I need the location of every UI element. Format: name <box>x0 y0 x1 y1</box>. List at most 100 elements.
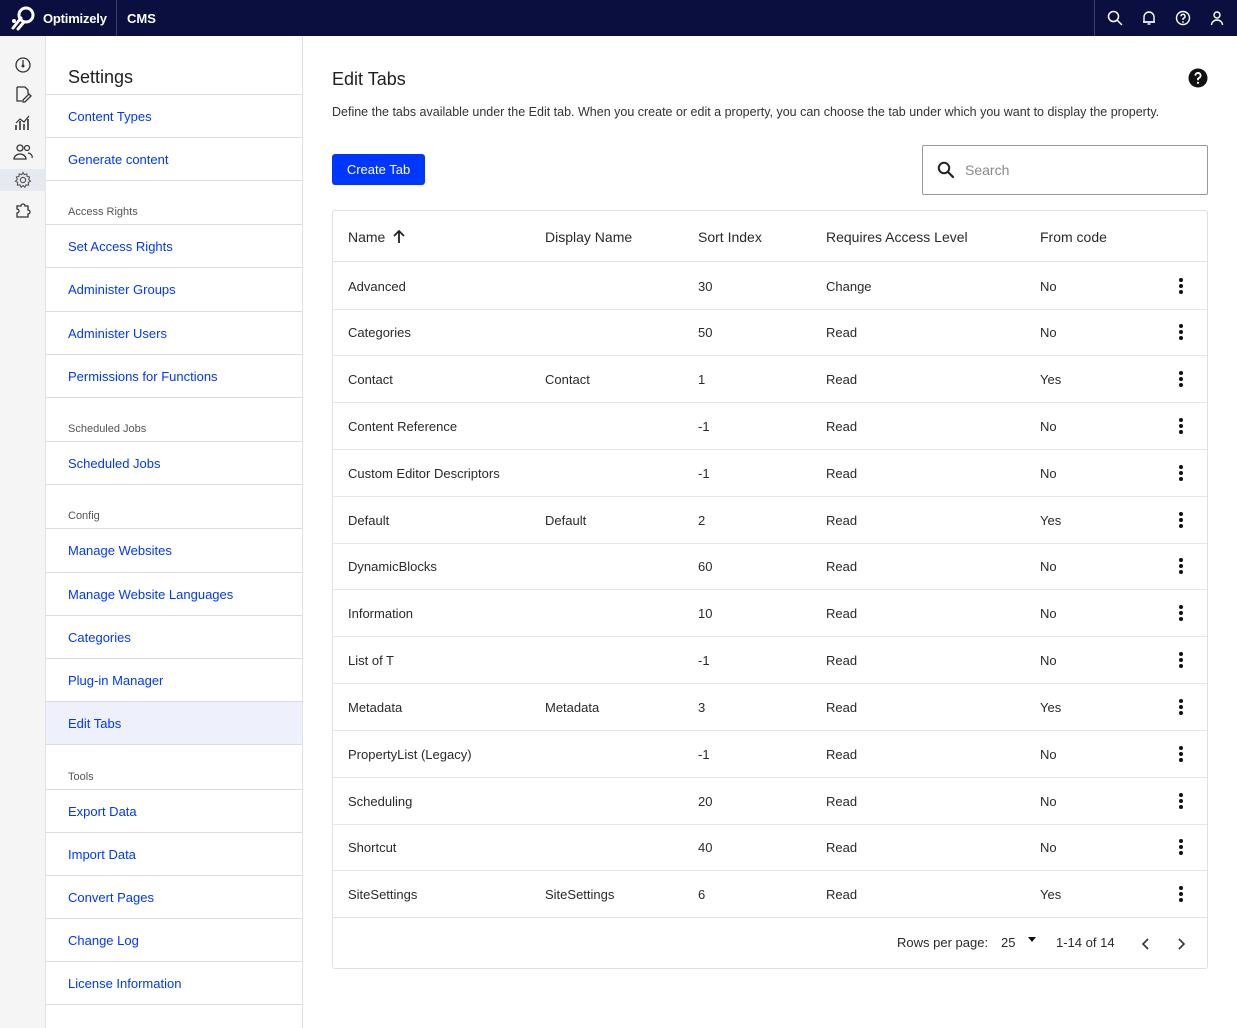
sidebar-item-content-types[interactable]: Content Types <box>46 94 302 137</box>
sidebar-item-manage-website-languages[interactable]: Manage Website Languages <box>46 572 302 615</box>
table-row[interactable]: DynamicBlocks 60 Read No <box>333 543 1207 590</box>
table-row[interactable]: Contact Contact 1 Read Yes <box>333 356 1207 403</box>
more-options-icon[interactable] <box>1171 276 1191 296</box>
edit-icon[interactable] <box>12 83 34 105</box>
cell-access-level: Read <box>826 887 858 902</box>
bell-icon[interactable] <box>1139 8 1159 28</box>
sidebar-item-edit-tabs[interactable]: Edit Tabs <box>46 701 302 744</box>
cell-from-code: No <box>1040 279 1057 294</box>
nav-rail <box>0 36 46 1028</box>
sidebar-item-generate-content[interactable]: Generate content <box>46 137 302 180</box>
cell-name: Scheduling <box>348 794 413 809</box>
table-pagination: Rows per page: 25 1-14 of 14 <box>333 917 1207 969</box>
column-header-from-code[interactable]: From code <box>1040 211 1107 262</box>
table-row[interactable]: SiteSettings SiteSettings 6 Read Yes <box>333 871 1207 918</box>
cell-name: Information <box>348 606 414 621</box>
help-icon[interactable] <box>1173 8 1193 28</box>
sidebar-item-administer-users[interactable]: Administer Users <box>46 311 302 354</box>
sidebar-item-manage-websites[interactable]: Manage Websites <box>46 528 302 572</box>
rows-per-page-select[interactable]: 25 <box>1001 935 1015 950</box>
cell-access-level: Read <box>826 419 858 434</box>
cell-display-name: SiteSettings <box>545 887 615 902</box>
sidebar-item-permissions-for-functions[interactable]: Permissions for Functions <box>46 354 302 397</box>
sidebar-item-plug-in-manager[interactable]: Plug-in Manager <box>46 658 302 701</box>
sidebar-item-import-data[interactable]: Import Data <box>46 832 302 875</box>
sidebar-item-export-data[interactable]: Export Data <box>46 789 302 832</box>
cell-sort-index: -1 <box>698 419 710 434</box>
more-options-icon[interactable] <box>1171 791 1191 811</box>
users-icon[interactable] <box>12 141 34 163</box>
search-field[interactable] <box>922 145 1208 195</box>
settings-icon[interactable] <box>0 169 46 191</box>
caret-down-icon[interactable] <box>1027 935 1037 945</box>
cell-sort-index: 20 <box>698 794 713 809</box>
column-header-display-name[interactable]: Display Name <box>545 211 632 262</box>
table-row[interactable]: Information 10 Read No <box>333 590 1207 637</box>
cell-access-level: Change <box>826 279 872 294</box>
brand[interactable]: Optimizely <box>0 0 117 36</box>
more-options-icon[interactable] <box>1171 697 1191 717</box>
dashboard-icon[interactable] <box>12 54 34 76</box>
cell-from-code: Yes <box>1040 513 1062 528</box>
cell-access-level: Read <box>826 513 858 528</box>
sidebar-item-license-information[interactable]: License Information <box>46 961 302 1005</box>
product-name: CMS <box>127 10 156 26</box>
more-options-icon[interactable] <box>1171 556 1191 576</box>
column-header-requires-access-level[interactable]: Requires Access Level <box>826 211 968 262</box>
more-options-icon[interactable] <box>1171 744 1191 764</box>
sort-ascending-icon <box>393 229 405 243</box>
user-icon[interactable] <box>1207 8 1227 28</box>
page-description: Define the tabs available under the Edit… <box>332 105 1160 119</box>
sidebar-section-access-rights: Access Rights <box>46 180 302 224</box>
table-row[interactable]: Custom Editor Descriptors -1 Read No <box>333 450 1207 497</box>
more-options-icon[interactable] <box>1171 322 1191 342</box>
page-title: Edit Tabs <box>332 69 406 89</box>
cell-sort-index: 30 <box>698 279 713 294</box>
sidebar-item-categories[interactable]: Categories <box>46 615 302 658</box>
table-row[interactable]: Scheduling 20 Read No <box>333 778 1207 825</box>
table-row[interactable]: Advanced 30 Change No <box>333 263 1207 310</box>
table-row[interactable]: Metadata Metadata 3 Read Yes <box>333 684 1207 731</box>
cell-access-level: Read <box>826 372 858 387</box>
sidebar-item-administer-groups[interactable]: Administer Groups <box>46 267 302 311</box>
analytics-icon[interactable] <box>12 112 34 134</box>
column-header-sort-index[interactable]: Sort Index <box>698 211 762 262</box>
table-row[interactable]: Default Default 2 Read Yes <box>333 497 1207 544</box>
sidebar-section-tools: Tools <box>46 744 302 789</box>
cell-name: Content Reference <box>348 419 458 434</box>
more-options-icon[interactable] <box>1171 369 1191 389</box>
more-options-icon[interactable] <box>1171 837 1191 857</box>
help-circle-icon[interactable] <box>1188 68 1208 88</box>
table-row[interactable]: Content Reference -1 Read No <box>333 403 1207 450</box>
sidebar-item-scheduled-jobs[interactable]: Scheduled Jobs <box>46 441 302 484</box>
cell-name: List of T <box>348 653 395 668</box>
cell-display-name: Contact <box>545 372 590 387</box>
create-tab-button[interactable]: Create Tab <box>332 154 425 185</box>
more-options-icon[interactable] <box>1171 884 1191 904</box>
cell-from-code: No <box>1040 840 1057 855</box>
addons-icon[interactable] <box>12 199 34 221</box>
sidebar-item-change-log[interactable]: Change Log <box>46 918 302 961</box>
table-row[interactable]: Categories 50 Read No <box>333 309 1207 356</box>
cell-access-level: Read <box>826 466 858 481</box>
more-options-icon[interactable] <box>1171 510 1191 530</box>
cell-access-level: Read <box>826 747 858 762</box>
table-row[interactable]: List of T -1 Read No <box>333 637 1207 684</box>
chevron-right-icon[interactable] <box>1171 934 1191 954</box>
sidebar-section-config: Config <box>46 484 302 528</box>
search-input[interactable] <box>965 162 1185 178</box>
sidebar-item-set-access-rights[interactable]: Set Access Rights <box>46 224 302 267</box>
more-options-icon[interactable] <box>1171 603 1191 623</box>
chevron-left-icon[interactable] <box>1136 934 1156 954</box>
table-row[interactable]: Shortcut 40 Read No <box>333 824 1207 871</box>
more-options-icon[interactable] <box>1171 650 1191 670</box>
column-header-name[interactable]: Name <box>348 211 407 262</box>
more-options-icon[interactable] <box>1171 463 1191 483</box>
sidebar-item-convert-pages[interactable]: Convert Pages <box>46 875 302 918</box>
table-row[interactable]: PropertyList (Legacy) -1 Read No <box>333 731 1207 778</box>
cell-from-code: No <box>1040 747 1057 762</box>
more-options-icon[interactable] <box>1171 416 1191 436</box>
cell-name: Contact <box>348 372 393 387</box>
search-icon[interactable] <box>1105 8 1125 28</box>
cell-access-level: Read <box>826 794 858 809</box>
